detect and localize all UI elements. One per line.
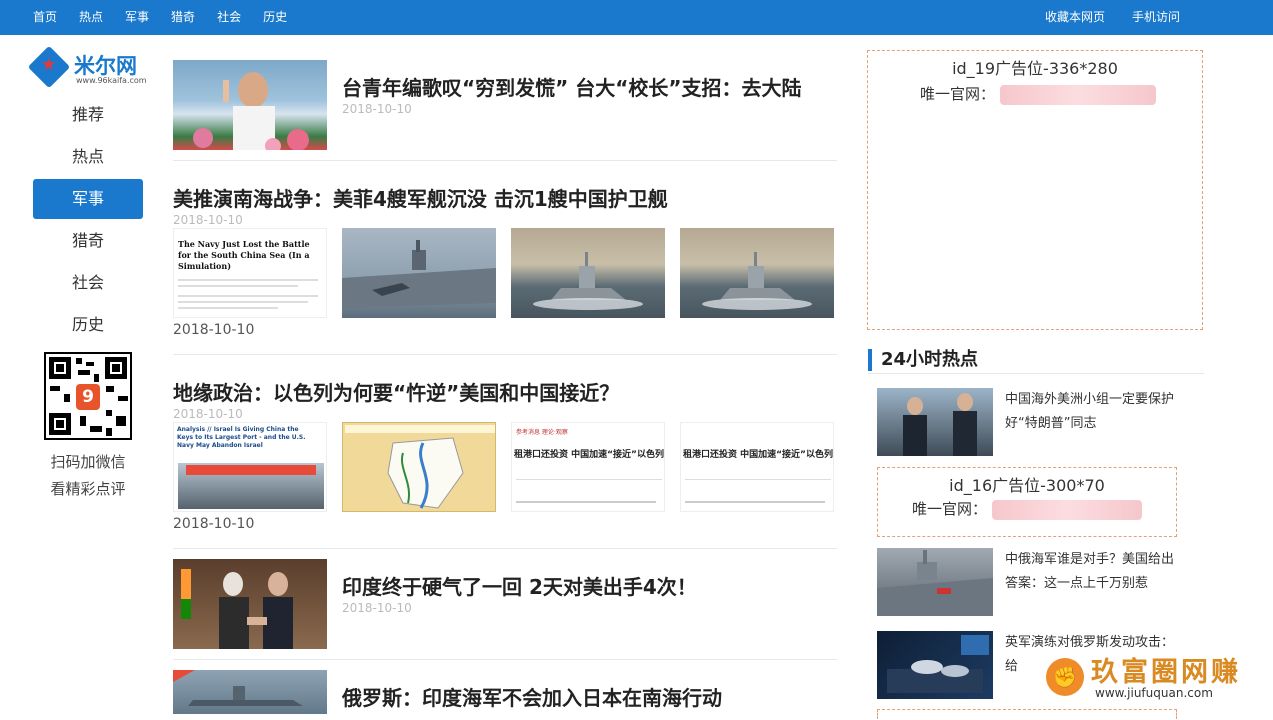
carrier-photo	[342, 240, 496, 308]
side-nav-recommend[interactable]: 推荐	[33, 95, 143, 135]
article-thumbnail[interactable]	[173, 559, 327, 649]
top-nav-hot[interactable]: 热点	[79, 0, 103, 35]
ad-official-site: 唯一官网：	[878, 498, 1176, 520]
top-nav-society[interactable]: 社会	[217, 0, 241, 35]
hot-section-heading: 24小时热点	[868, 349, 978, 371]
chinese-headline-text: 租港口还投资 中国加速“接近”以色列有何玄机?	[683, 450, 833, 460]
article-item[interactable]: 台青年编歌叹“穷到发慌” 台大“校长”支招：去大陆 2018-10-10	[173, 60, 837, 161]
qr-caption-line1: 扫码加微信	[50, 453, 126, 471]
article-image[interactable]	[342, 228, 496, 318]
side-nav-society[interactable]: 社会	[33, 263, 143, 303]
hacker-keyboard-photo	[887, 635, 989, 693]
side-nav: 推荐 热点 军事 猎奇 社会 历史	[33, 95, 143, 347]
chinese-source-logo: 参考消息 理论·观察	[516, 429, 568, 436]
article-title[interactable]: 美推演南海战争：美菲4艘军舰沉没 击沉1艘中国护卫舰	[173, 183, 668, 212]
warship-photo	[533, 252, 643, 310]
article-item[interactable]: 地缘政治：以色列为何要“忤逆”美国和中国接近？ 2018-10-10 Analy…	[173, 355, 837, 549]
article-image[interactable]: 参考消息 理论·观察 租港口还投资 中国加速“接近”以色列有何玄机?	[511, 422, 665, 512]
article-image[interactable]	[680, 228, 834, 318]
mobile-access-link[interactable]: 手机访问	[1132, 0, 1180, 35]
navy-fleet-photo	[173, 670, 303, 706]
article-image-row: Analysis // Israel Is Giving China the K…	[173, 422, 834, 512]
logo-url: www.96kaifa.com	[76, 76, 147, 85]
top-nav-history[interactable]: 历史	[263, 0, 287, 35]
article-date: 2018-10-10	[173, 322, 255, 338]
article-image-row: The Navy Just Lost the Battle for the So…	[173, 228, 834, 318]
side-nav-history[interactable]: 历史	[33, 305, 143, 345]
hot-divider	[868, 373, 1204, 374]
article-date: 2018-10-10	[173, 516, 255, 532]
article-date: 2018-10-10	[173, 407, 243, 421]
handshake-photo	[181, 569, 293, 649]
top-nav-home[interactable]: 首页	[33, 0, 57, 35]
article-title[interactable]: 台青年编歌叹“穷到发慌” 台大“校长”支招：去大陆	[342, 72, 802, 101]
article-date: 2018-10-10	[173, 213, 243, 227]
hot-item-image[interactable]	[877, 388, 993, 456]
logo-star-icon: ★	[41, 55, 57, 75]
article-image[interactable]	[511, 228, 665, 318]
top-right-links: 收藏本网页 手机访问	[1018, 0, 1180, 35]
israel-headline-text: Analysis // Israel Is Giving China the K…	[177, 426, 306, 449]
site-logo[interactable]: ★ 米尔网 www.96kaifa.com	[27, 45, 147, 90]
wechat-qr-code: 9	[44, 352, 132, 440]
article-date: 2018-10-10	[342, 601, 412, 615]
article-date: 2018-10-10	[342, 102, 412, 116]
article-image[interactable]: 租港口还投资 中国加速“接近”以色列有何玄机?	[680, 422, 834, 512]
bookmark-link[interactable]: 收藏本网页	[1045, 0, 1105, 35]
ad-site-label: 唯一官网：	[912, 500, 988, 518]
article-title[interactable]: 俄罗斯：印度海军不会加入日本在南海行动	[342, 682, 722, 711]
article-image[interactable]	[342, 422, 496, 512]
article-item[interactable]: 美推演南海战争：美菲4艘军舰沉没 击沉1艘中国护卫舰 2018-10-10 Th…	[173, 161, 837, 355]
ad-title: id_19广告位-336*280	[952, 59, 1118, 78]
warship-photo	[702, 252, 812, 310]
speaker-photo	[193, 72, 309, 150]
hot-item[interactable]: 中俄海军谁是对手？美国给出答案：这一点上千万别惹	[877, 548, 1187, 616]
ad-site-label: 唯一官网：	[920, 85, 996, 103]
hot-item-title[interactable]: 中国海外美洲小组一定要保护好“特朗普”同志	[1005, 388, 1181, 436]
article-thumbnail[interactable]	[173, 670, 327, 714]
ad-slot-336x280[interactable]: id_19广告位-336*280 唯一官网：	[867, 50, 1203, 330]
hot-item-image[interactable]	[877, 631, 993, 699]
ad-official-site: 唯一官网：	[868, 83, 1202, 105]
side-nav-military[interactable]: 军事	[33, 179, 143, 219]
bodyguards-photo	[903, 393, 977, 456]
watermark-text: 玖富圈网赚	[1091, 657, 1241, 688]
hot-item-title[interactable]: 中俄海军谁是对手？美国给出答案：这一点上千万别惹	[1005, 548, 1181, 596]
article-thumbnail[interactable]	[173, 60, 327, 150]
article-item[interactable]: 俄罗斯：印度海军不会加入日本在南海行动	[173, 660, 837, 720]
qr-caption-line2: 看精彩点评	[50, 480, 126, 498]
side-nav-curiosities[interactable]: 猎奇	[33, 221, 143, 261]
hot-item-image[interactable]	[877, 548, 993, 616]
ad-slot-300x70[interactable]: id_16广告位-300*70 唯一官网：	[877, 467, 1177, 537]
hot-item[interactable]: 中国海外美洲小组一定要保护好“特朗普”同志	[877, 388, 1187, 456]
qr-center-logo-icon: 9	[76, 384, 100, 410]
article-image[interactable]: The Navy Just Lost the Battle for the So…	[173, 228, 327, 318]
navy-headline-text: The Navy Just Lost the Battle for the So…	[178, 239, 310, 271]
warship-deck-photo	[877, 550, 993, 616]
article-title[interactable]: 地缘政治：以色列为何要“忤逆”美国和中国接近？	[173, 377, 619, 406]
chinese-headline-text: 租港口还投资 中国加速“接近”以色列有何玄机?	[514, 450, 664, 460]
ad-title: id_16广告位-300*70	[949, 476, 1105, 495]
ad-slot-partial	[877, 709, 1177, 719]
article-title[interactable]: 印度终于硬气了一回 2天对美出手4次！	[342, 571, 697, 600]
side-nav-hot[interactable]: 热点	[33, 137, 143, 177]
watermark-overlay: ✊ 玖富圈网赚 www.jiufuquan.com	[1043, 650, 1263, 705]
watermark-url: www.jiufuquan.com	[1095, 686, 1213, 700]
ad-site-redacted	[999, 84, 1156, 105]
qr-caption: 扫码加微信 看精彩点评	[33, 449, 143, 503]
map-image	[345, 425, 495, 509]
ad-site-redacted	[991, 499, 1142, 520]
news-feed: 台青年编歌叹“穷到发慌” 台大“校长”支招：去大陆 2018-10-10 美推演…	[173, 60, 837, 720]
fist-icon: ✊	[1046, 658, 1084, 696]
top-nav: 首页 热点 军事 猎奇 社会 历史	[33, 0, 309, 35]
article-item[interactable]: 印度终于硬气了一回 2天对美出手4次！ 2018-10-10	[173, 549, 837, 660]
top-nav-curiosities[interactable]: 猎奇	[171, 0, 195, 35]
article-image[interactable]: Analysis // Israel Is Giving China the K…	[173, 422, 327, 512]
top-nav-military[interactable]: 军事	[125, 0, 149, 35]
top-bar: 首页 热点 军事 猎奇 社会 历史 收藏本网页 手机访问	[0, 0, 1273, 35]
